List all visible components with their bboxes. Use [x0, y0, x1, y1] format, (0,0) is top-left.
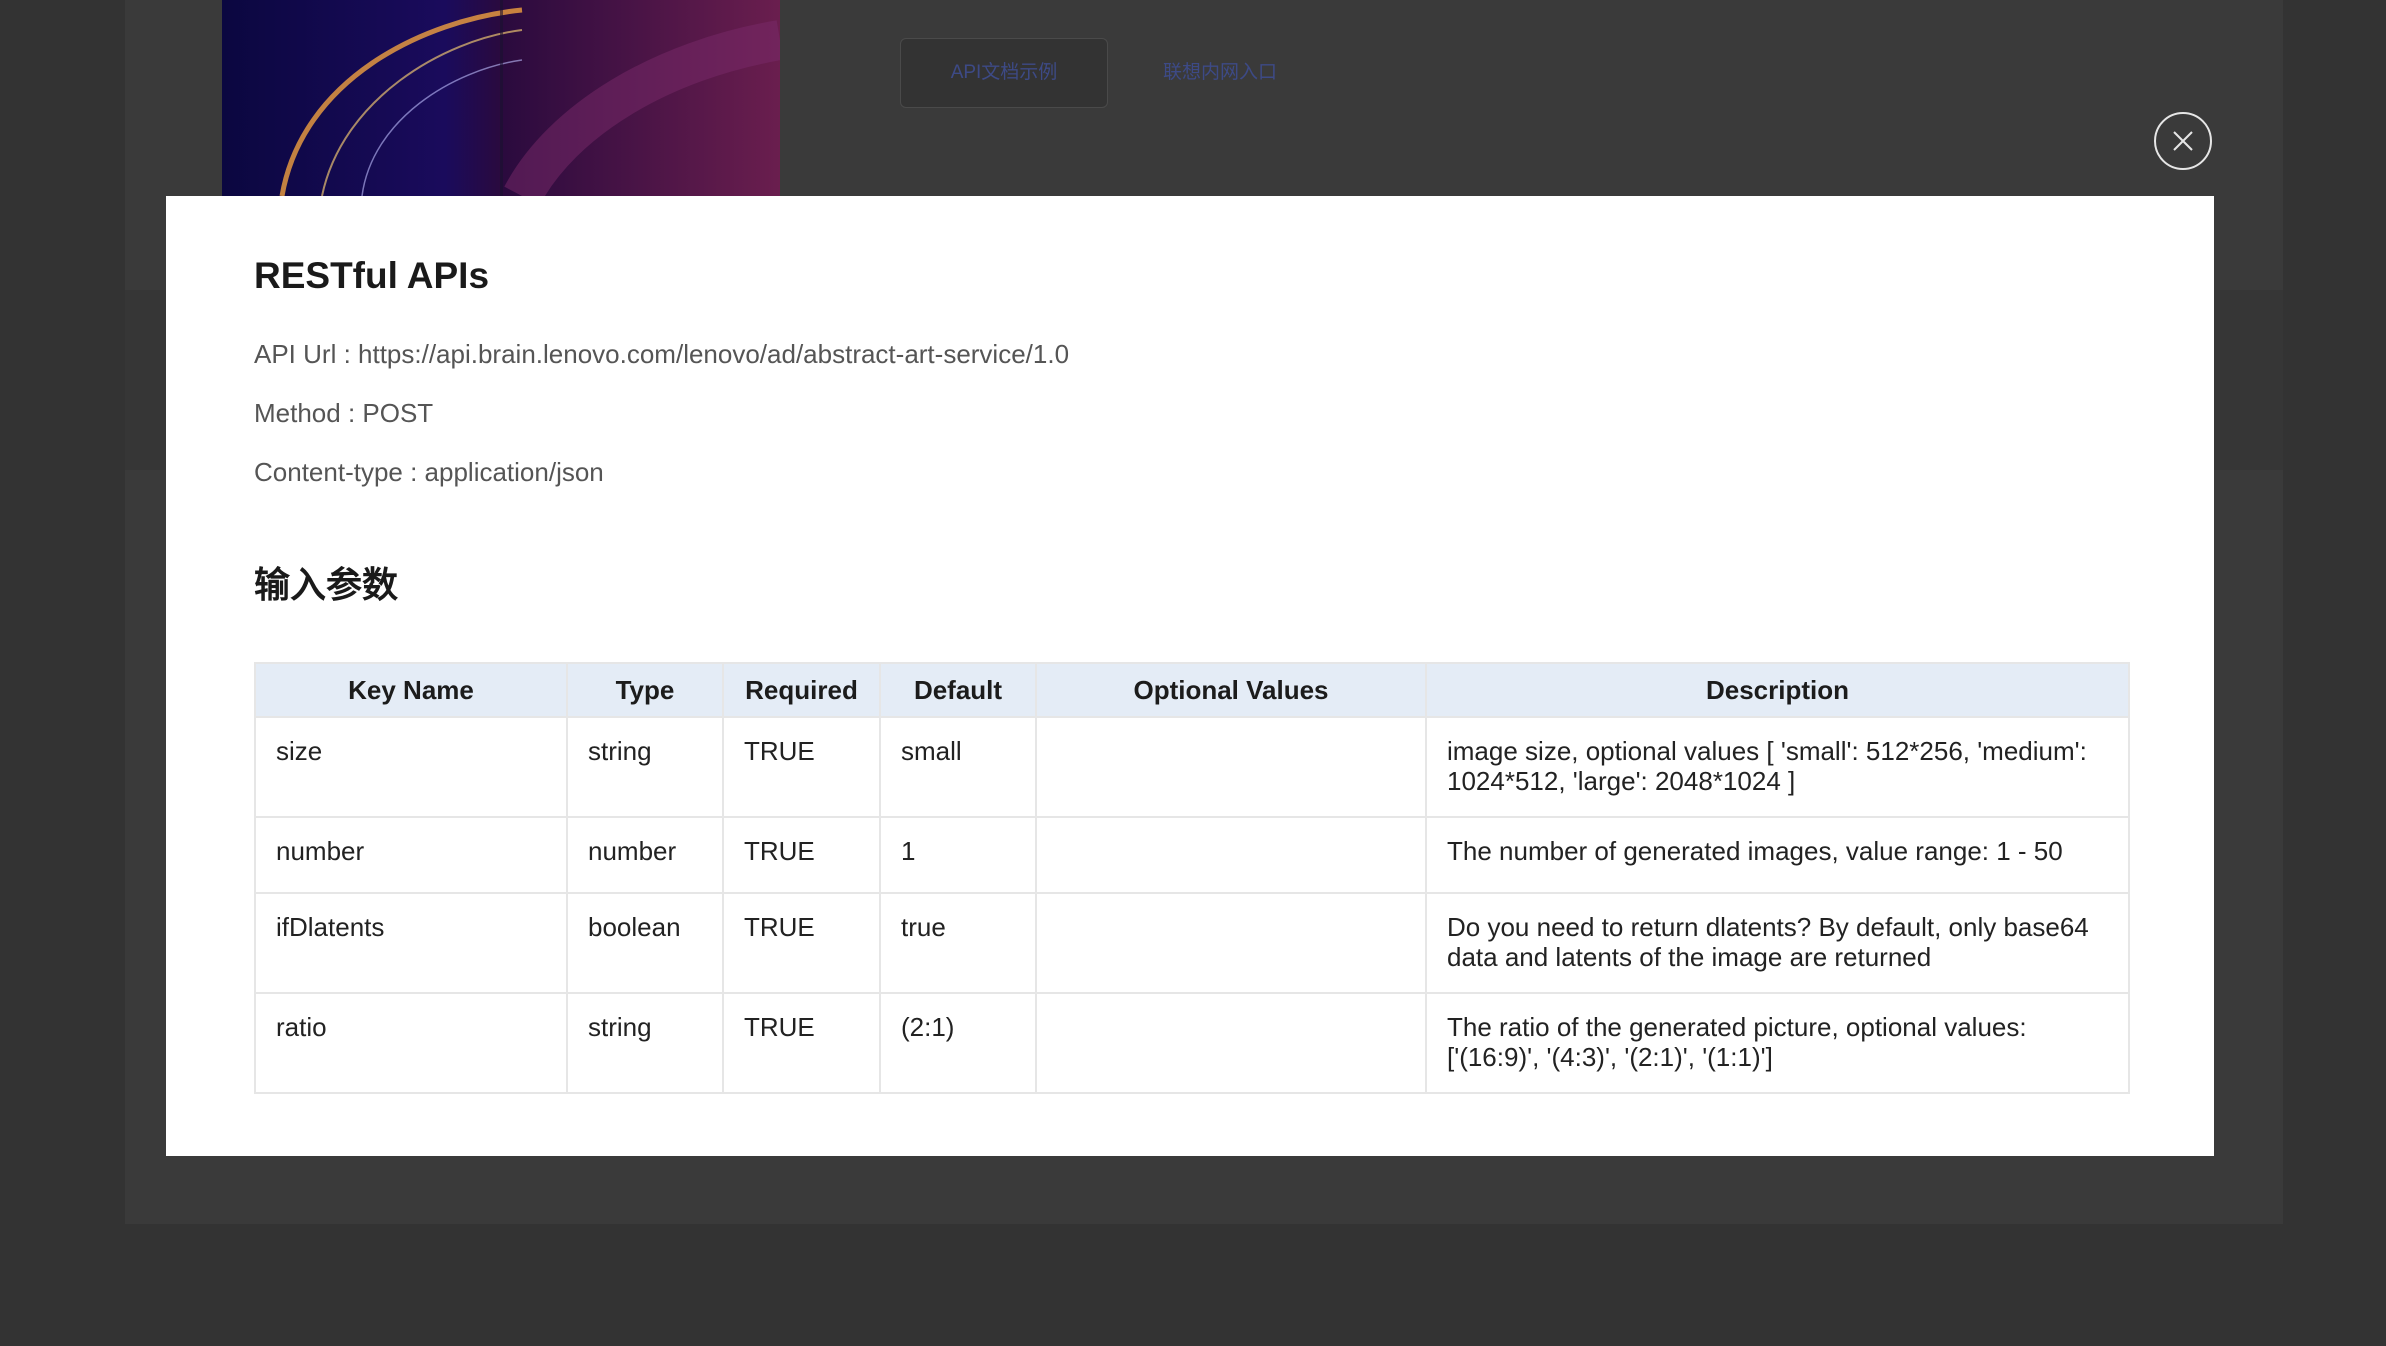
cell-default: true: [879, 892, 1037, 994]
cell-type: string: [566, 992, 724, 1094]
cell-default: (2:1): [879, 992, 1037, 1094]
table-header-row: Key Name Type Required Default Optional …: [254, 662, 2130, 718]
cell-key: ifDlatents: [254, 892, 568, 994]
col-header-optional-values: Optional Values: [1035, 662, 1427, 718]
cell-required: TRUE: [722, 716, 881, 818]
input-params-table: Key Name Type Required Default Optional …: [254, 662, 2130, 1094]
cell-optional: [1035, 892, 1427, 994]
close-modal-button[interactable]: [2154, 112, 2212, 170]
cell-description: image size, optional values [ 'small': 5…: [1425, 716, 2130, 818]
table-row: ifDlatents boolean TRUE true Do you need…: [254, 892, 2130, 994]
cell-default: small: [879, 716, 1037, 818]
table-row: ratio string TRUE (2:1) The ratio of the…: [254, 992, 2130, 1094]
hero-image: [222, 0, 780, 196]
col-header-type: Type: [566, 662, 724, 718]
modal-title: RESTful APIs: [254, 255, 490, 296]
cell-type: number: [566, 816, 724, 894]
api-url-line: API Url : https://api.brain.lenovo.com/l…: [254, 339, 1070, 369]
cell-optional: [1035, 816, 1427, 894]
input-params-heading: 输入参数: [254, 564, 399, 605]
cell-description: The number of generated images, value ra…: [1425, 816, 2130, 894]
api-doc-example-button[interactable]: API文档示例: [900, 38, 1108, 108]
content-type-line: Content-type : application/json: [254, 457, 604, 487]
col-header-description: Description: [1425, 662, 2130, 718]
method-line: Method : POST: [254, 398, 434, 428]
close-icon: [2173, 131, 2193, 151]
col-header-required: Required: [722, 662, 881, 718]
cell-type: boolean: [566, 892, 724, 994]
cell-default: 1: [879, 816, 1037, 894]
cell-optional: [1035, 992, 1427, 1094]
intranet-entry-link[interactable]: 联想内网入口: [1163, 38, 1277, 108]
cell-key: number: [254, 816, 568, 894]
cell-description: Do you need to return dlatents? By defau…: [1425, 892, 2130, 994]
table-row: number number TRUE 1 The number of gener…: [254, 816, 2130, 894]
api-docs-modal: RESTful APIs API Url : https://api.brain…: [166, 196, 2214, 1156]
cell-required: TRUE: [722, 816, 881, 894]
table-row: size string TRUE small image size, optio…: [254, 716, 2130, 818]
col-header-default: Default: [879, 662, 1037, 718]
cell-type: string: [566, 716, 724, 818]
cell-key: ratio: [254, 992, 568, 1094]
cell-optional: [1035, 716, 1427, 818]
cell-required: TRUE: [722, 892, 881, 994]
col-header-key-name: Key Name: [254, 662, 568, 718]
cell-description: The ratio of the generated picture, opti…: [1425, 992, 2130, 1094]
cell-required: TRUE: [722, 992, 881, 1094]
cell-key: size: [254, 716, 568, 818]
